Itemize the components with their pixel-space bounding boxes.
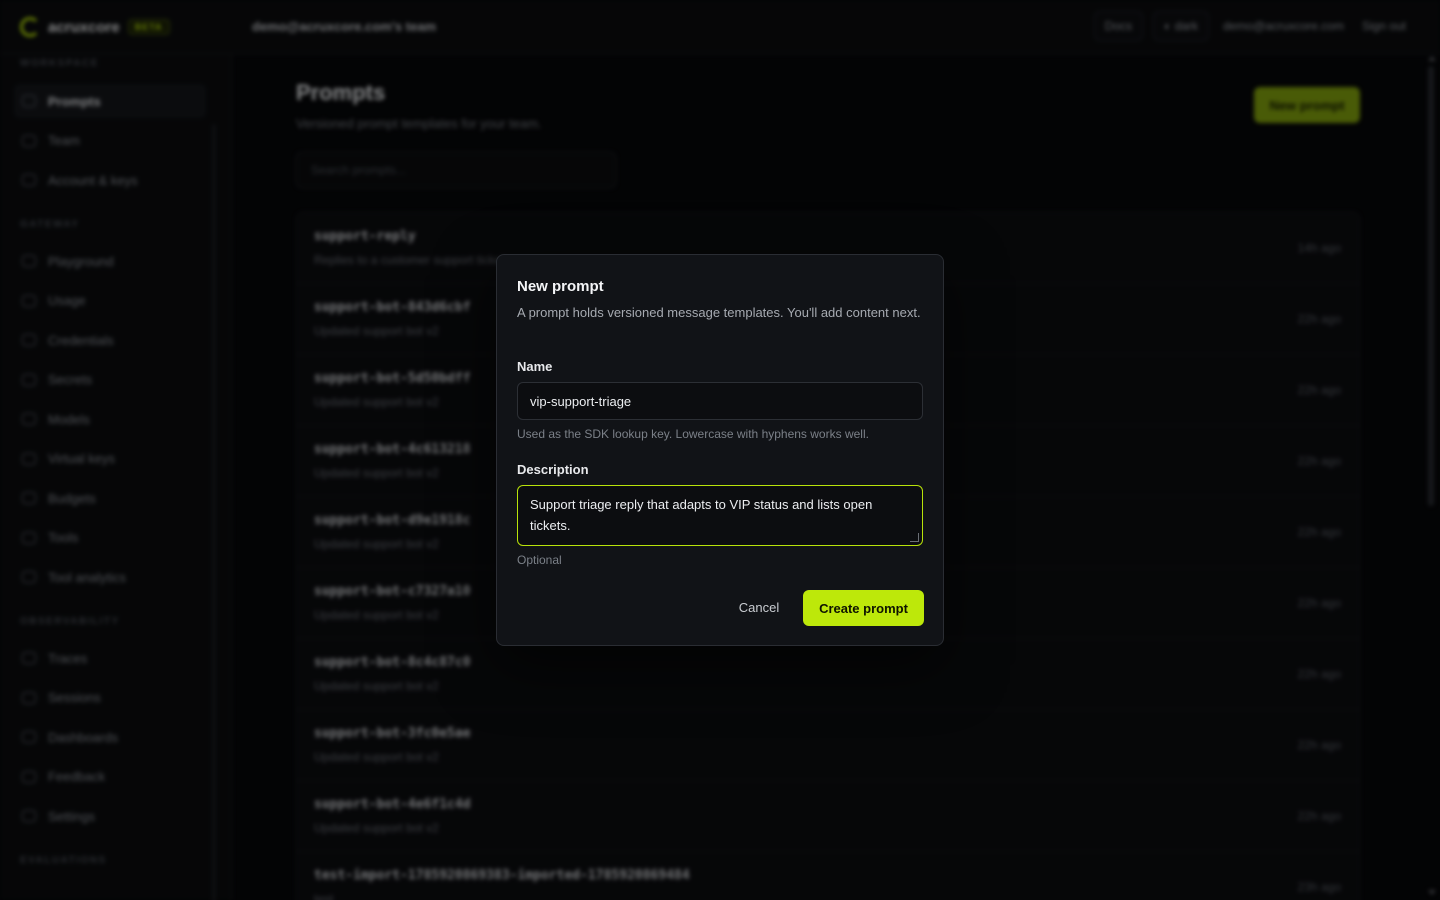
dialog-title: New prompt xyxy=(517,278,604,295)
cancel-button[interactable]: Cancel xyxy=(723,589,795,625)
description-textarea[interactable]: Support triage reply that adapts to VIP … xyxy=(517,485,923,546)
name-label: Name xyxy=(517,359,553,374)
resize-handle-icon[interactable] xyxy=(910,533,919,542)
description-hint: Optional xyxy=(517,553,562,567)
new-prompt-dialog: New prompt A prompt holds versioned mess… xyxy=(496,254,944,646)
name-input[interactable] xyxy=(517,382,923,420)
name-hint: Used as the SDK lookup key. Lowercase wi… xyxy=(517,427,869,441)
description-label: Description xyxy=(517,462,589,477)
dialog-description: A prompt holds versioned message templat… xyxy=(517,305,921,320)
create-prompt-button[interactable]: Create prompt xyxy=(803,590,924,626)
